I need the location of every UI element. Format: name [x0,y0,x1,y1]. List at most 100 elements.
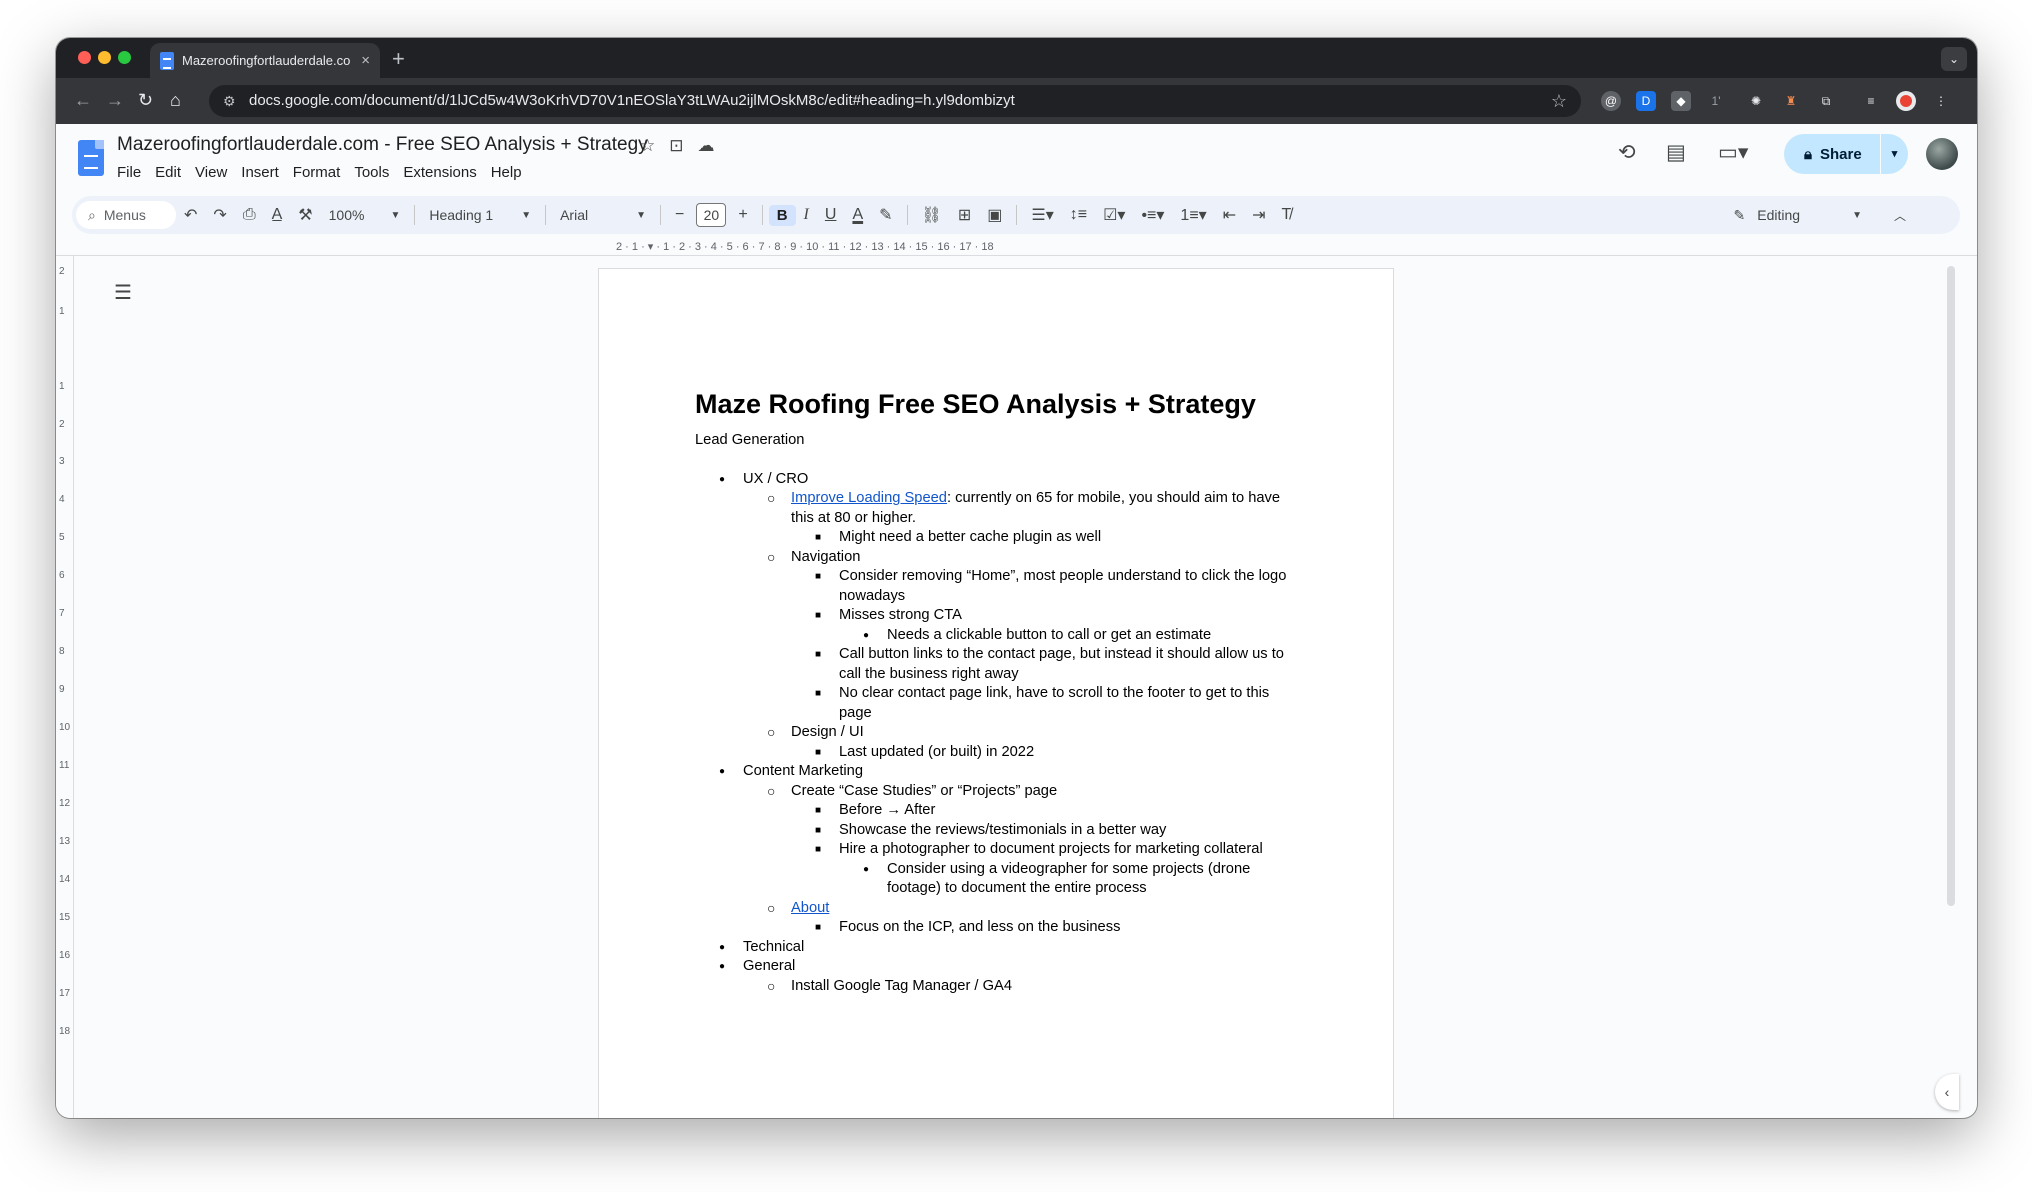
document-link[interactable]: About [791,900,829,916]
clear-formatting-icon[interactable]: T̸ [1274,206,1300,224]
paint-format-icon[interactable]: ⚒ [290,205,320,225]
insert-image-icon[interactable]: ▣ [979,205,1010,225]
bullet-glyph: ■ [815,571,822,582]
document-page[interactable]: Maze Roofing Free SEO Analysis + Strateg… [598,268,1394,1118]
font-select[interactable]: Arial ▼ [552,207,654,223]
style-select[interactable]: Heading 1 ▼ [421,207,539,223]
extension-counter-icon[interactable]: 1' [1706,91,1726,111]
highlight-icon[interactable]: ✎ [871,205,900,225]
list-item-text: Might need a better cache plugin as well [839,529,1102,545]
list-item: ● General [695,957,1295,977]
checklist-icon[interactable]: ☑▾ [1095,205,1133,225]
extension-d-icon[interactable]: D [1636,91,1656,111]
maximize-window-button[interactable] [118,51,131,64]
bullet-glyph: ● [719,766,726,777]
extension-grammar-icon[interactable]: @ [1601,91,1621,111]
ruler-mark: 1 [59,306,65,317]
document-canvas: ☰ Maze Roofing Free SEO Analysis + Strat… [74,256,1959,1118]
bullet-glyph: ■ [815,532,822,543]
vertical-ruler[interactable]: 2 1 1 2 3 4 5 6 7 8 9 10 11 12 13 14 15 … [56,256,74,1118]
docs-logo-icon[interactable] [78,140,104,176]
move-folder-icon[interactable]: ⊡ [669,136,683,156]
comments-icon[interactable]: ▤ [1666,140,1686,165]
share-button[interactable]: 🔒︎ Share ▾ [1784,134,1908,174]
underline-button[interactable]: U [817,206,845,224]
bookmark-star-icon[interactable]: ☆ [1551,85,1567,117]
numbered-list-icon[interactable]: 1≡▾ [1172,205,1214,225]
menu-insert[interactable]: Insert [241,164,279,181]
bullet-glyph: ○ [767,899,776,916]
decrease-font-size-icon[interactable]: − [667,206,692,224]
zoom-value: 100% [328,207,365,223]
extension-fox-icon[interactable]: ♜ [1781,91,1801,111]
editing-label: Editing [1757,207,1801,223]
list-item-text: Install Google Tag Manager / GA4 [791,977,1012,994]
list-item: ■ No clear contact page link, have to scr… [695,684,1295,723]
horizontal-ruler[interactable]: 2 · 1 · ▾ · 1 · 2 · 3 · 4 · 5 · 6 · 7 · … [56,238,1977,256]
bullet-glyph: ■ [815,844,822,855]
search-menus-input[interactable]: ⌕ Menus [76,201,176,229]
decrease-indent-icon[interactable]: ⇤ [1215,205,1244,225]
document-outline-icon[interactable]: ☰ [114,280,132,305]
profile-avatar-icon[interactable] [1896,91,1916,111]
text-color-button[interactable]: A [844,206,871,224]
collapse-toolbar-icon[interactable]: ︿ [1894,207,1906,224]
extensions-puzzle-icon[interactable]: ⧉ [1816,91,1836,111]
new-tab-button[interactable]: + [392,46,405,72]
font-size-input[interactable]: 20 [696,203,727,227]
pencil-icon: ✎ [1733,206,1746,223]
browser-menu-icon[interactable]: ⋮ [1931,91,1951,111]
line-spacing-icon[interactable]: ↕≡ [1062,206,1095,224]
toolbar-divider [761,205,763,225]
reading-list-icon[interactable]: ≡ [1861,91,1881,111]
side-panel-toggle-icon[interactable]: ‹ [1935,1074,1959,1110]
document-title[interactable]: Mazeroofingfortlauderdale.com - Free SEO… [117,134,648,156]
star-icon[interactable]: ☆ [640,136,655,156]
menu-edit[interactable]: Edit [155,164,181,181]
zoom-select[interactable]: 100% ▼ [321,207,409,223]
add-comment-icon[interactable]: ⊞ [950,205,979,225]
align-icon[interactable]: ☰▾ [1023,205,1061,225]
home-icon[interactable]: ⌂ [170,90,181,111]
share-main[interactable]: 🔒︎ Share [1784,146,1880,163]
bulleted-list-icon[interactable]: •≡▾ [1133,205,1172,225]
bold-button[interactable]: B [768,204,796,226]
italic-button[interactable]: I [796,206,817,224]
undo-icon[interactable]: ↶ [176,205,205,225]
list-item-text: No clear contact page link, have to scro… [839,685,1270,721]
extension-atom-icon[interactable]: ✺ [1746,91,1766,111]
list-item-text: Needs a clickable button to call or get … [887,626,1212,643]
menu-file[interactable]: File [117,164,141,181]
browser-tab[interactable]: Mazeroofingfortlauderdale.co × [150,43,380,78]
site-info-icon[interactable]: ⚙ [223,85,236,117]
forward-icon[interactable]: → [106,90,124,111]
account-avatar[interactable] [1926,138,1958,170]
increase-font-size-icon[interactable]: + [730,206,755,224]
redo-icon[interactable]: ↷ [205,205,234,225]
cloud-status-icon[interactable]: ☁ [698,136,715,156]
version-history-icon[interactable]: ⟲ [1618,140,1636,165]
reload-icon[interactable]: ↻ [138,90,153,111]
tab-search-button[interactable]: ⌄ [1941,47,1967,71]
menu-view[interactable]: View [195,164,227,181]
address-bar[interactable]: ⚙ docs.google.com/document/d/1lJCd5w4W3o… [209,85,1581,117]
close-window-button[interactable] [78,51,91,64]
menu-format[interactable]: Format [293,164,341,181]
menu-help[interactable]: Help [491,164,522,181]
increase-indent-icon[interactable]: ⇥ [1244,205,1273,225]
tab-close-icon[interactable]: × [361,52,370,69]
extension-shield-icon[interactable]: ◆ [1671,91,1691,111]
spellcheck-icon[interactable]: A̲ [264,206,291,224]
meet-video-icon[interactable]: ▭▾ [1718,140,1748,165]
back-icon[interactable]: ← [74,90,92,111]
menu-tools[interactable]: Tools [354,164,389,181]
minimize-window-button[interactable] [98,51,111,64]
document-link[interactable]: Improve Loading Speed [791,490,947,506]
vertical-scrollbar[interactable] [1947,266,1955,906]
insert-link-icon[interactable]: ⛓ [914,205,950,225]
document-body[interactable]: Maze Roofing Free SEO Analysis + Strateg… [695,387,1295,996]
print-icon[interactable]: ⎙ [235,206,264,224]
menu-extensions[interactable]: Extensions [403,164,476,181]
editing-mode-select[interactable]: ✎ Editing ▼ ︿ [1734,207,1906,224]
share-dropdown-icon[interactable]: ▾ [1880,134,1908,174]
